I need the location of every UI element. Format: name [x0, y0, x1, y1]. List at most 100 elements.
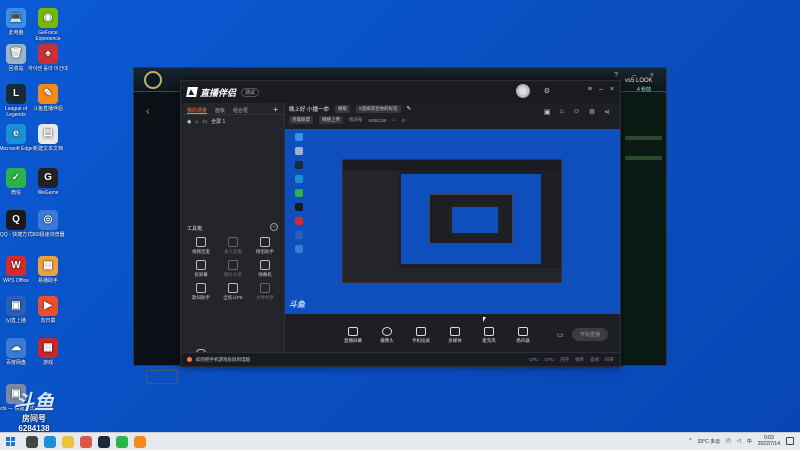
desktop-icon[interactable]: ▦ 游戏	[28, 338, 68, 366]
gear-icon[interactable]: ⚙	[589, 108, 595, 116]
tool-icon	[260, 283, 270, 293]
ime-icon[interactable]: 中	[747, 438, 752, 445]
camera-icon	[382, 327, 392, 336]
app-window-controls[interactable]: ≡ – ×	[588, 86, 614, 93]
notification-icon[interactable]	[786, 437, 794, 445]
desktop-icon[interactable]: ✎ 斗鱼直播伴侣	[28, 84, 68, 112]
tool-item[interactable]: 视频连麦	[185, 237, 217, 254]
speaker-button[interactable]: 扬声器	[511, 327, 535, 343]
tab-panel[interactable]: 面板	[215, 107, 225, 114]
notice-text[interactable]: 如何把手机游戏投屏到电脑	[196, 357, 250, 363]
game-right-bar	[625, 136, 662, 140]
tools-grid: 视频连麦 多人连麦 情侣助手投屏幕 图片分享 弹幕机歌词助手 全民斗PK 文件共享	[185, 237, 281, 300]
screen-capture-button[interactable]: 直播屏幕	[341, 327, 365, 343]
stream-preview[interactable]: 斗鱼	[285, 129, 620, 314]
douyu-taskbar-icon[interactable]	[134, 436, 146, 448]
app-icon: ▦	[38, 338, 58, 358]
eye-icon[interactable]: ◉	[187, 119, 191, 125]
tool-item[interactable]: 歌词助手	[185, 283, 217, 300]
tool-icon	[196, 283, 206, 293]
desktop-icon-label: 하이엔 홀라 이건데	[28, 66, 68, 72]
league-taskbar-icon[interactable]	[98, 436, 110, 448]
game-tag[interactable]: 英雄联盟	[289, 116, 313, 124]
status-stat: 码率	[605, 356, 614, 362]
category-tag[interactable]: #选择适合你的标签	[356, 105, 401, 113]
close-icon[interactable]: ×	[610, 86, 614, 93]
settings-icon[interactable]: ⚙	[544, 87, 550, 95]
streaming-app-window[interactable]: ◣ 直播伴侣 测试 ⚙ ≡ – × 我的场景 面板 组合框 + ◉ ⌂ ▭ 全屏…	[180, 80, 621, 367]
tool-label: 全民斗PK	[223, 295, 243, 300]
tool-item[interactable]: 弹幕机	[249, 260, 281, 277]
record-icon[interactable]: ▭	[557, 331, 564, 339]
tool-icon	[228, 260, 238, 270]
weather[interactable]: 33°C 多云	[698, 438, 721, 445]
tool-item[interactable]: 投屏幕	[185, 260, 217, 277]
avatar[interactable]	[516, 84, 530, 98]
camera-button[interactable]: 摄像头	[375, 327, 399, 343]
tool-item[interactable]: 全民斗PK	[217, 283, 249, 300]
tool-item[interactable]: 情侣助手	[249, 237, 281, 254]
tool-item[interactable]: 多人连麦	[217, 237, 249, 254]
tool-item[interactable]: 文件共享	[249, 283, 281, 300]
toolbar-label: 摄像头	[380, 338, 394, 343]
tool-item[interactable]: 图片分享	[217, 260, 249, 277]
tab-scenes[interactable]: 我的场景	[187, 107, 208, 114]
mode-tag[interactable]: 横版	[335, 105, 351, 113]
desktop-icon[interactable]: G WeGame	[28, 168, 68, 196]
app-icon: G	[38, 168, 58, 188]
media-button[interactable]: 多媒体	[443, 327, 467, 343]
system-tray: ^ 33°C 多云 ◰ ◁ 中 0:03 2022/7/14	[689, 435, 794, 447]
fans-count: 0	[402, 117, 405, 123]
desktop-icon[interactable]: ▶ 向日葵	[28, 296, 68, 324]
browser-icon[interactable]	[80, 436, 92, 448]
edit-icon[interactable]: ✎	[407, 106, 412, 112]
start-button[interactable]	[6, 437, 15, 446]
phone-cast-button[interactable]: 手机投屏	[409, 327, 433, 343]
file-explorer-icon[interactable]	[62, 436, 74, 448]
lock-icon[interactable]: ⌂	[559, 108, 563, 116]
add-scene-icon[interactable]: +	[273, 106, 278, 114]
volume-icon[interactable]: ◁	[737, 438, 741, 444]
monitor-icon: ▭	[202, 118, 208, 125]
user-icon[interactable]: ☺	[573, 108, 580, 116]
collapse-icon[interactable]: −	[270, 223, 278, 231]
scene-item[interactable]: ◉ ⌂ ▭ 全屏 1	[181, 115, 284, 128]
game-left-panel: ‹	[134, 92, 180, 384]
desktop-icon[interactable]: ◉ GeForce Experience	[28, 8, 68, 42]
tab-group[interactable]: 组合框	[233, 107, 248, 114]
game-right-panel: vs5 LOOK 4 秒前	[620, 78, 666, 365]
share-icon[interactable]: ⋖	[604, 108, 610, 116]
left-tabs: 我的场景 面板 组合框 +	[181, 103, 284, 115]
edge-icon[interactable]	[44, 436, 56, 448]
network-icon[interactable]: ◰	[726, 438, 731, 444]
tool-label: 情侣助手	[256, 249, 274, 254]
desktop-icon[interactable]: ▤ 新建文本文档	[28, 124, 68, 152]
status-stats: CPU GPU 内存 帧率 丢帧 码率	[529, 357, 614, 363]
desktop-icon[interactable]: ♠ 하이엔 홀라 이건데	[28, 44, 68, 72]
preview-nested-window	[342, 159, 562, 283]
toolbar-label: 手机投屏	[412, 338, 430, 343]
desktop-icon[interactable]: ◎ 360极速浏览器	[28, 210, 68, 238]
version-badge[interactable]: 测试	[241, 87, 260, 97]
notice-dot-icon	[187, 357, 192, 362]
start-live-button[interactable]: 开始直播	[571, 328, 608, 341]
upload-tag[interactable]: 网络上传	[319, 116, 343, 124]
preview-mini-icon	[295, 231, 303, 239]
minimize-icon[interactable]: –	[599, 86, 603, 93]
wechat-taskbar-icon[interactable]	[116, 436, 128, 448]
microphone-icon	[484, 327, 494, 336]
search-icon[interactable]	[26, 436, 38, 448]
app-logo-icon: ◣	[186, 87, 198, 97]
stream-title[interactable]: 晚上好 小播一命	[289, 105, 329, 113]
lock-icon[interactable]: ⌂	[195, 119, 198, 125]
chevron-left-icon[interactable]: ‹	[146, 106, 149, 117]
microphone-button[interactable]: 麦克风	[477, 327, 501, 343]
desktop-icon[interactable]: ▦ 易播助手	[28, 256, 68, 284]
tool-icon	[196, 237, 206, 247]
show-hidden-icon[interactable]: ^	[689, 438, 691, 444]
tool-icon	[260, 260, 270, 270]
game-left-box[interactable]	[146, 370, 178, 384]
clock[interactable]: 0:03 2022/7/14	[758, 435, 780, 447]
menu-icon[interactable]: ≡	[588, 86, 592, 93]
gift-icon[interactable]: ▣	[544, 108, 551, 116]
